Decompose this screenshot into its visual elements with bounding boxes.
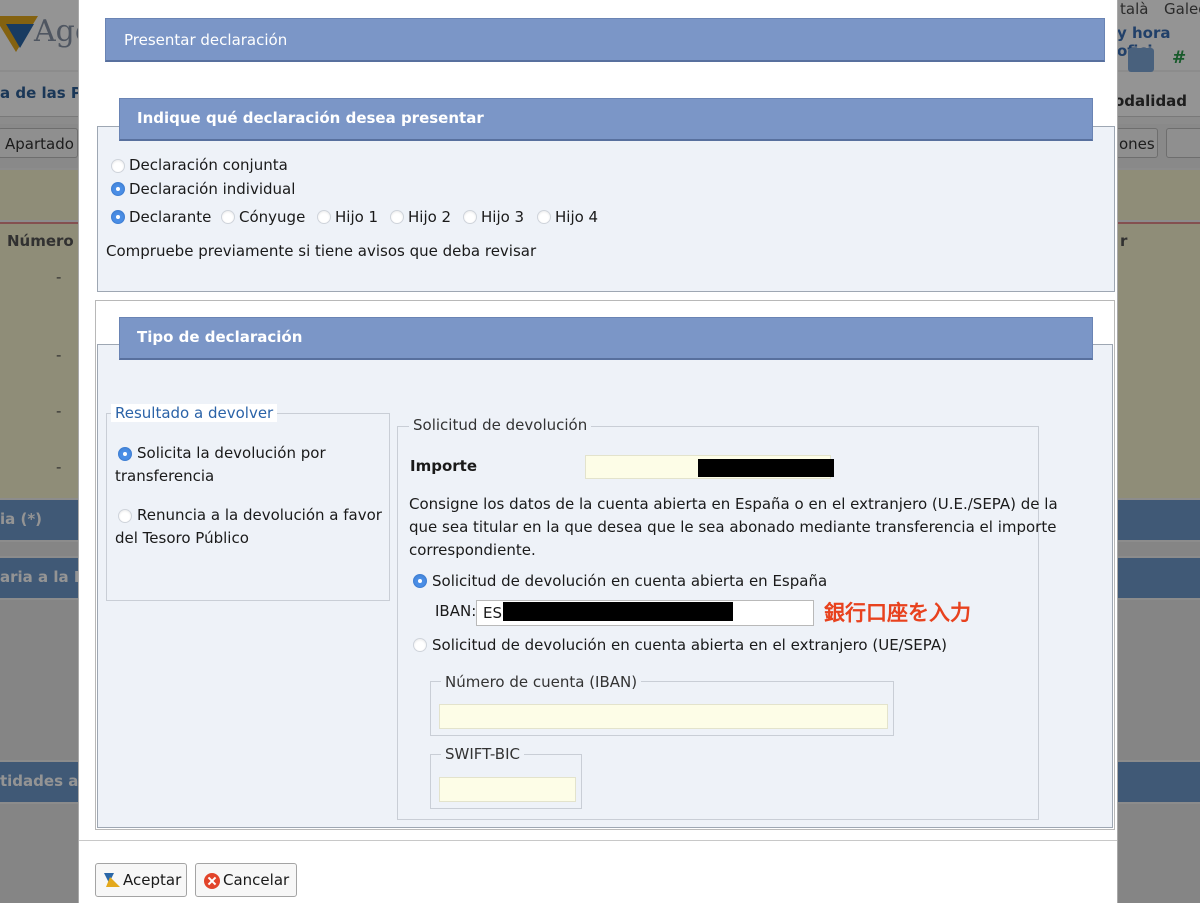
radio-declaracion-individual[interactable] <box>111 182 125 196</box>
swift-input[interactable] <box>439 777 576 802</box>
solicitud-legend: Solicitud de devolución <box>409 416 592 434</box>
label-declaracion-conjunta: Declaración conjunta <box>129 156 288 174</box>
radio-person-declarante[interactable] <box>111 210 125 224</box>
section-title-tipo-declaracion: Tipo de declaración <box>119 317 1093 360</box>
redacted-importe <box>698 459 834 477</box>
iban-input[interactable]: ES <box>476 600 814 626</box>
cancelar-button[interactable]: Cancelar <box>195 863 297 897</box>
radio-renuncia-devolucion[interactable] <box>118 509 132 523</box>
resultado-legend: Resultado a devolver <box>111 404 278 422</box>
label-person-hijo-2: Hijo 2 <box>408 208 452 226</box>
aeat-icon <box>104 873 120 887</box>
label-person-hijo-4: Hijo 4 <box>555 208 599 226</box>
cuenta-description-line-3: correspondiente. <box>409 541 536 559</box>
cancel-icon <box>204 873 220 889</box>
importe-label: Importe <box>410 457 477 475</box>
label-renuncia-devolucion-2: del Tesoro Público <box>115 529 249 547</box>
radio-cuenta-espana[interactable] <box>413 574 427 588</box>
label-person-hijo-1: Hijo 1 <box>335 208 379 226</box>
label-renuncia-devolucion-1: Renuncia a la devolución a favor <box>137 506 382 524</box>
radio-cuenta-extranjero[interactable] <box>413 638 427 652</box>
cuenta-description-line-1: Consigne los datos de la cuenta abierta … <box>409 495 1058 513</box>
radio-devolucion-transferencia[interactable] <box>118 447 132 461</box>
iban-label: IBAN: <box>435 602 477 620</box>
avisos-notice: Compruebe previamente si tiene avisos qu… <box>106 242 537 260</box>
importe-field[interactable] <box>585 455 834 479</box>
annotation-bank-account: 銀行口座を入力 <box>824 601 971 625</box>
iban-prefix: ES <box>483 604 502 622</box>
dialog-header: Presentar declaración <box>105 18 1105 62</box>
redacted-iban <box>503 602 733 621</box>
radio-person-hijo-4[interactable] <box>537 210 551 224</box>
cancelar-label: Cancelar <box>223 871 290 889</box>
swift-legend: SWIFT-BIC <box>441 745 524 763</box>
aceptar-button[interactable]: Aceptar <box>95 863 187 897</box>
label-devolucion-transferencia-1: Solicita la devolución por <box>137 444 326 462</box>
radio-declaracion-conjunta[interactable] <box>111 159 125 173</box>
numero-cuenta-input[interactable] <box>439 704 888 729</box>
footer-divider <box>79 840 1117 841</box>
numero-cuenta-legend: Número de cuenta (IBAN) <box>441 673 642 691</box>
radio-person-hijo-2[interactable] <box>390 210 404 224</box>
radio-person-conyuge[interactable] <box>221 210 235 224</box>
cuenta-description-line-2: que sea titular en la que desea que le s… <box>409 518 1057 536</box>
label-person-conyuge: Cónyuge <box>239 208 306 226</box>
radio-person-hijo-3[interactable] <box>463 210 477 224</box>
radio-person-hijo-1[interactable] <box>317 210 331 224</box>
label-devolucion-transferencia-2: transferencia <box>115 467 215 485</box>
presentar-declaracion-dialog: Presentar declaración Indique qué declar… <box>78 0 1118 903</box>
label-cuenta-espana: Solicitud de devolución en cuenta abiert… <box>432 572 828 590</box>
label-cuenta-extranjero: Solicitud de devolución en cuenta abiert… <box>432 636 947 654</box>
label-declaracion-individual: Declaración individual <box>129 180 296 198</box>
label-person-hijo-3: Hijo 3 <box>481 208 525 226</box>
dialog-title: Presentar declaración <box>124 31 288 49</box>
label-person-declarante: Declarante <box>129 208 212 226</box>
section-title-declaration-choice: Indique qué declaración desea presentar <box>119 98 1093 141</box>
aceptar-label: Aceptar <box>123 871 182 889</box>
